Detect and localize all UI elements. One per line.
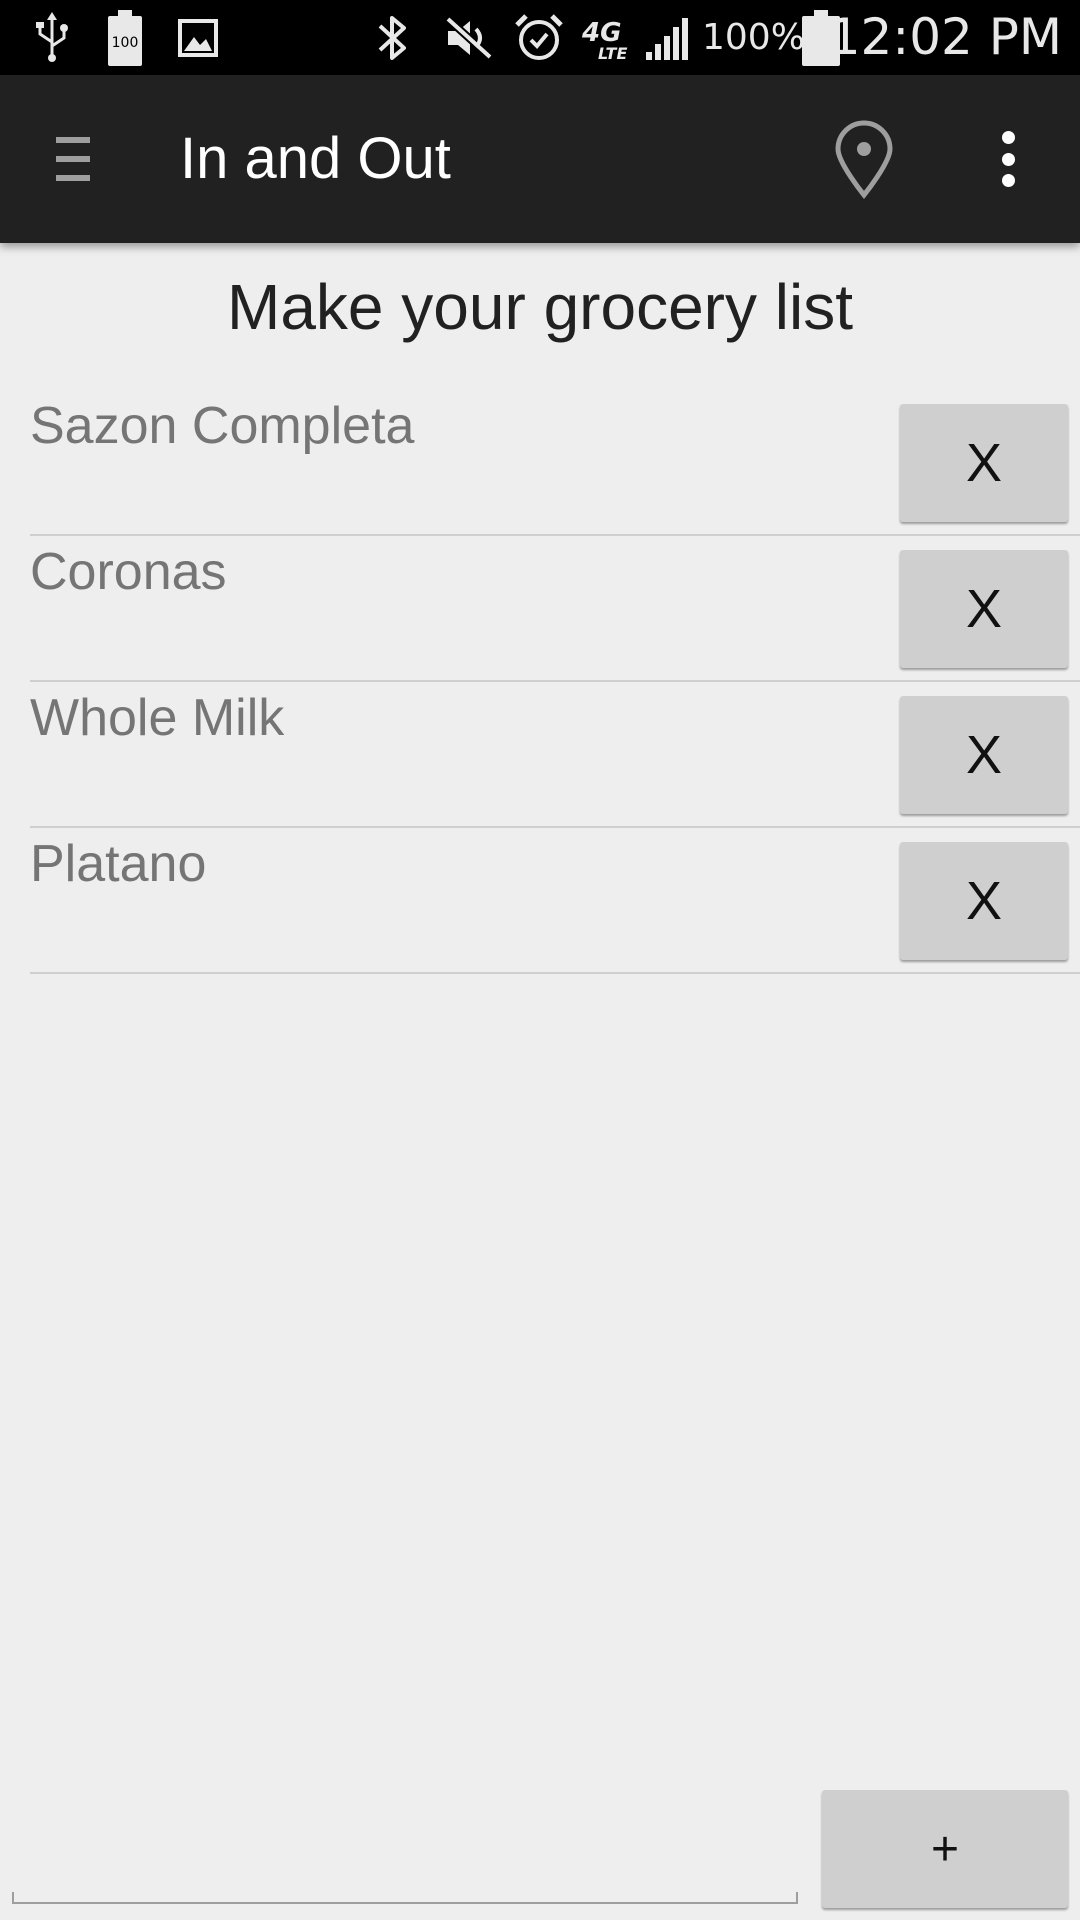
new-item-field[interactable] [12,1800,798,1904]
mute-icon [444,0,494,75]
list-item: Whole Milk X [30,682,1080,828]
item-label: Coronas [30,543,227,601]
item-label: Whole Milk [30,689,285,747]
4g-lte-icon: 4G LTE [582,0,634,75]
remove-item-button[interactable]: X [900,550,1068,668]
remove-item-button[interactable]: X [900,404,1068,522]
svg-text:LTE: LTE [598,44,627,63]
new-item-input[interactable] [12,1800,798,1902]
hamburger-icon[interactable] [56,137,90,181]
item-label: Sazon Completa [30,397,415,455]
battery-percent: 100% [702,17,805,58]
list-item: Platano X [30,828,1080,974]
status-bar: 100 4G LTE 100% 12:02 PM [0,0,1080,75]
battery-notification-label: 100 [112,35,139,51]
signal-icon [644,0,692,75]
location-pin-icon[interactable] [830,119,898,199]
image-icon [178,0,218,75]
battery-notification-icon: 100 [108,0,142,75]
remove-item-button[interactable]: X [900,696,1068,814]
remove-item-button[interactable]: X [900,842,1068,960]
grocery-list: Sazon Completa X Coronas X Whole Milk X … [30,390,1080,974]
app-bar: In and Out [0,75,1080,243]
app-title: In and Out [180,126,451,191]
list-item: Sazon Completa X [30,390,1080,536]
usb-icon [34,0,70,75]
bluetooth-icon [376,0,410,75]
alarm-icon [514,0,564,75]
item-label: Platano [30,835,207,893]
overflow-menu-icon[interactable] [994,131,1022,187]
page-heading: Make your grocery list [227,271,853,343]
clock: 12:02 PM [828,8,1062,66]
add-item-button[interactable]: + [822,1790,1068,1908]
list-item: Coronas X [30,536,1080,682]
